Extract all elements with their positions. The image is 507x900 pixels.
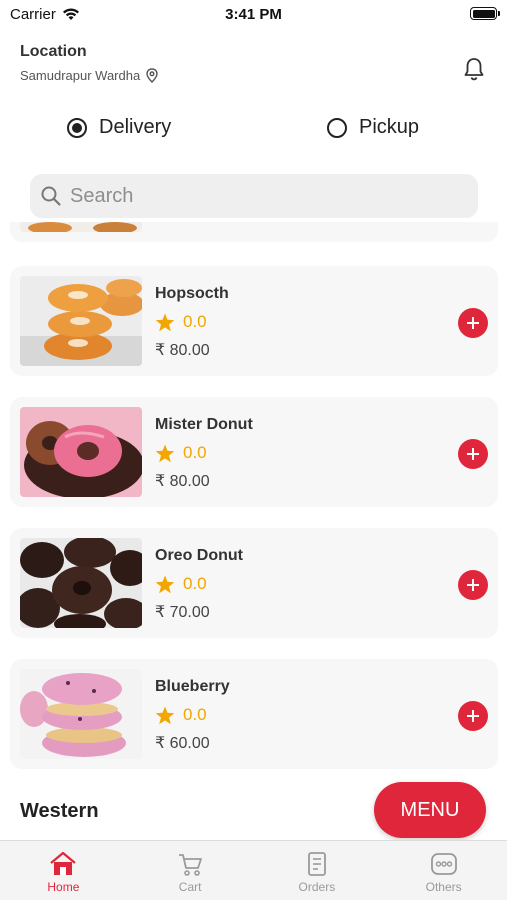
- tab-cart-label: Cart: [178, 880, 202, 894]
- list-item[interactable]: Mister Donut 0.0 ₹ 80.00: [10, 397, 498, 507]
- notification-bell-icon[interactable]: [461, 56, 487, 82]
- location-value: Samudrapur Wardha: [20, 68, 141, 83]
- plus-icon: [467, 448, 479, 460]
- plus-icon: [467, 710, 479, 722]
- item-list[interactable]: Hopsocth 0.0 ₹ 80.00 Mister Donut 0.0 ₹ …: [0, 222, 507, 842]
- pickup-label: Pickup: [359, 116, 420, 138]
- pickup-option[interactable]: Pickup: [327, 116, 419, 139]
- orders-icon: [307, 852, 326, 876]
- location-selector[interactable]: Samudrapur Wardha: [20, 68, 158, 83]
- battery-icon: [470, 7, 500, 20]
- star-icon: [155, 444, 175, 462]
- add-to-cart-button[interactable]: [458, 439, 488, 469]
- cart-icon: [179, 854, 203, 876]
- item-name: Blueberry: [155, 678, 230, 695]
- tab-others-label: Others: [425, 880, 462, 894]
- tab-bar: Home Cart Orders Others: [0, 840, 507, 900]
- rating-value: 0.0: [183, 312, 207, 331]
- tab-home[interactable]: Home: [0, 841, 127, 900]
- delivery-radio[interactable]: [67, 117, 87, 138]
- location-label: Location: [20, 43, 87, 60]
- delivery-label: Delivery: [99, 116, 172, 138]
- item-image: [20, 669, 142, 759]
- item-name: Oreo Donut: [155, 547, 243, 564]
- item-image: [20, 276, 142, 366]
- item-price: ₹ 80.00: [155, 473, 210, 490]
- item-image: [20, 407, 142, 497]
- search-input[interactable]: [70, 184, 450, 208]
- item-rating: 0.0: [155, 705, 207, 725]
- section-title: Western: [20, 800, 99, 822]
- rating-value: 0.0: [183, 574, 207, 593]
- item-rating: 0.0: [155, 312, 207, 332]
- item-price: ₹ 80.00: [155, 342, 210, 359]
- add-to-cart-button[interactable]: [458, 701, 488, 731]
- rating-value: 0.0: [183, 705, 207, 724]
- star-icon: [155, 313, 175, 331]
- plus-icon: [467, 317, 479, 329]
- location-pin-icon: [146, 68, 158, 83]
- tab-orders[interactable]: Orders: [254, 841, 381, 900]
- item-price: ₹ 60.00: [155, 735, 210, 752]
- list-item[interactable]: Oreo Donut 0.0 ₹ 70.00: [10, 528, 498, 638]
- more-icon: [430, 853, 457, 875]
- menu-button[interactable]: MENU: [374, 782, 486, 838]
- list-item[interactable]: Blueberry 0.0 ₹ 60.00: [10, 659, 498, 769]
- tab-cart[interactable]: Cart: [127, 841, 254, 900]
- tab-orders-label: Orders: [298, 880, 336, 894]
- add-to-cart-button[interactable]: [458, 308, 488, 338]
- list-item[interactable]: [10, 222, 498, 242]
- search-bar[interactable]: [30, 174, 478, 218]
- tab-others[interactable]: Others: [380, 841, 507, 900]
- delivery-option[interactable]: Delivery: [67, 116, 171, 139]
- rating-value: 0.0: [183, 443, 207, 462]
- item-image: [20, 538, 142, 628]
- pickup-radio[interactable]: [327, 117, 347, 138]
- home-icon: [50, 851, 77, 875]
- star-icon: [155, 575, 175, 593]
- item-name: Hopsocth: [155, 285, 229, 302]
- star-icon: [155, 706, 175, 724]
- status-bar: Carrier 3:41 PM: [0, 0, 507, 30]
- search-icon: [41, 186, 61, 206]
- status-time: 3:41 PM: [225, 6, 282, 23]
- item-rating: 0.0: [155, 574, 207, 594]
- item-image: [20, 222, 142, 232]
- item-name: Mister Donut: [155, 416, 253, 433]
- add-to-cart-button[interactable]: [458, 570, 488, 600]
- item-price: ₹ 70.00: [155, 604, 210, 621]
- item-rating: 0.0: [155, 443, 207, 463]
- list-item[interactable]: Hopsocth 0.0 ₹ 80.00: [10, 266, 498, 376]
- tab-home-label: Home: [47, 880, 80, 894]
- plus-icon: [467, 579, 479, 591]
